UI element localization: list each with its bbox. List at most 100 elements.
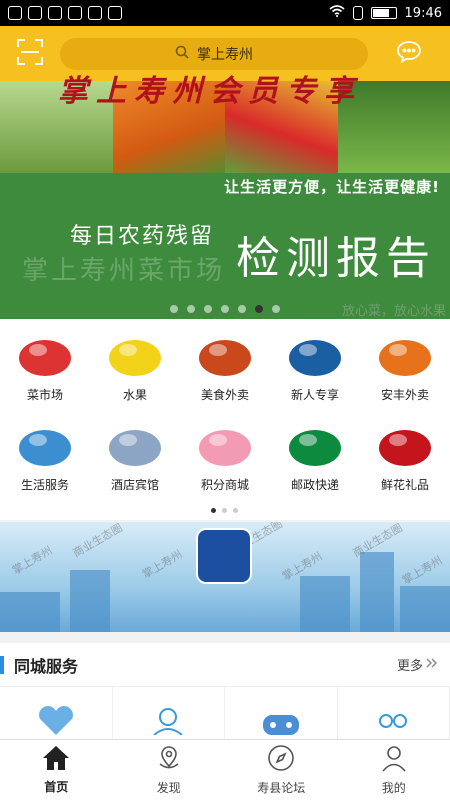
tab-profile[interactable]: 我的 — [338, 740, 450, 800]
carousel-dot[interactable] — [187, 305, 195, 313]
services-row — [0, 687, 450, 739]
tab-label: 我的 — [381, 781, 406, 795]
category-item[interactable]: 酒店宾馆 — [90, 409, 180, 497]
piggy-bank-icon — [190, 415, 260, 473]
message-button[interactable] — [368, 26, 450, 81]
category-label: 安丰外卖 — [380, 388, 429, 402]
category-item[interactable]: 新人专享 — [270, 319, 360, 407]
category-label: 水果 — [122, 388, 147, 402]
notification-icon — [8, 6, 22, 20]
coffee-icon — [370, 325, 440, 383]
scan-icon — [17, 38, 43, 69]
service-item[interactable] — [113, 687, 225, 739]
banner-tagline: 放心菜，放心水果 — [341, 304, 446, 319]
category-grid: 菜市场 水果 美食外卖 新人专享 安丰外卖生活服务 酒店宾馆 积分商城 邮政快递 鲜花礼品 — [0, 319, 450, 520]
banner-title: 检测报告 — [236, 233, 436, 284]
search-text: 掌上寿州 — [197, 46, 253, 63]
bottom-tab-bar: 首页 发现 寿县论坛 我的 — [0, 739, 450, 800]
more-label: 更多 — [396, 659, 423, 674]
carousel-dot[interactable] — [255, 305, 263, 313]
hotpot-icon — [190, 325, 260, 383]
carousel-dot[interactable] — [204, 305, 212, 313]
heart-hands-icon — [34, 705, 78, 739]
vip-title: 掌上寿州会员专享 — [58, 74, 362, 109]
tab-home[interactable]: 首页 — [0, 740, 113, 800]
status-bar: 19:46 — [0, 0, 450, 26]
services-header: 同城服务 更多 — [0, 643, 450, 687]
category-item[interactable]: 安丰外卖 — [360, 319, 450, 407]
grid-page-indicator — [211, 508, 238, 513]
banner-market-name: 掌上寿州菜市场 — [22, 256, 226, 286]
service-item[interactable] — [0, 687, 113, 739]
category-label: 邮政快递 — [290, 478, 339, 492]
tab-discover[interactable]: 发现 — [113, 740, 226, 800]
category-item[interactable]: 美食外卖 — [180, 319, 270, 407]
services-title: 同城服务 — [14, 656, 79, 676]
city-skyline — [300, 576, 350, 632]
carousel-dot[interactable] — [272, 305, 280, 313]
category-item[interactable]: 积分商城 — [180, 409, 270, 497]
clock: 19:46 — [404, 5, 442, 21]
watermark: 掌上寿州 — [139, 547, 185, 582]
more-button[interactable]: 更多 — [397, 655, 438, 674]
sim-icon — [352, 6, 363, 20]
notification-icon — [88, 6, 102, 20]
app-logo — [196, 528, 252, 584]
battery-icon — [370, 7, 397, 19]
lemon-icon — [100, 325, 170, 383]
city-skyline — [400, 586, 450, 632]
post-icon — [280, 415, 350, 473]
search-icon — [175, 45, 189, 63]
cleaning-icon — [10, 415, 80, 473]
banner-slogan: 让生活更方便，让生活更健康! — [224, 178, 440, 196]
category-label: 新人专享 — [290, 388, 339, 402]
tab-label: 发现 — [156, 781, 181, 795]
banner-subtitle: 每日农药残留 — [70, 224, 215, 249]
category-item[interactable]: 水果 — [90, 319, 180, 407]
chat-icon — [396, 40, 422, 68]
notification-icons — [8, 6, 122, 20]
notification-icon — [68, 6, 82, 20]
watermark: 掌上寿州 — [399, 553, 445, 588]
notification-icon — [28, 6, 42, 20]
user-icon — [380, 744, 408, 776]
location-icon — [155, 744, 183, 776]
section-accent-bar — [0, 655, 4, 674]
double-chevron-right-icon — [426, 657, 438, 672]
city-skyline — [360, 552, 394, 632]
scan-button[interactable] — [0, 26, 60, 81]
service-item[interactable] — [338, 687, 450, 739]
watermark: 掌上寿州 — [9, 543, 55, 578]
category-item[interactable]: 生活服务 — [0, 409, 90, 497]
gamepad-icon — [259, 705, 303, 739]
category-item[interactable]: 邮政快递 — [270, 409, 360, 497]
banner-indicator — [170, 305, 280, 313]
category-label: 美食外卖 — [200, 388, 249, 402]
people-icon — [371, 705, 415, 739]
carousel-dot[interactable] — [238, 305, 246, 313]
wifi-icon — [329, 5, 345, 21]
category-label: 积分商城 — [200, 478, 249, 492]
new-user-icon — [280, 325, 350, 383]
search-bar[interactable]: 掌上寿州 — [60, 37, 368, 70]
notification-icon — [108, 6, 122, 20]
category-item[interactable]: 鲜花礼品 — [360, 409, 450, 497]
city-skyline — [0, 592, 60, 632]
tab-label: 寿县论坛 — [257, 781, 306, 795]
tab-label: 首页 — [44, 780, 69, 794]
category-label: 生活服务 — [20, 478, 69, 492]
compass-icon — [267, 744, 295, 776]
hotel-icon — [100, 415, 170, 473]
carousel-dot[interactable] — [170, 305, 178, 313]
vegetables-icon — [10, 325, 80, 383]
notification-icon — [48, 6, 62, 20]
city-skyline — [70, 570, 110, 632]
category-label: 鲜花礼品 — [380, 478, 429, 492]
category-item[interactable]: 菜市场 — [0, 319, 90, 407]
category-label: 酒店宾馆 — [110, 478, 159, 492]
tab-forum[interactable]: 寿县论坛 — [225, 740, 338, 800]
category-label: 菜市场 — [26, 388, 63, 402]
carousel-dot[interactable] — [221, 305, 229, 313]
service-item[interactable] — [225, 687, 338, 739]
page-dot — [233, 508, 238, 513]
